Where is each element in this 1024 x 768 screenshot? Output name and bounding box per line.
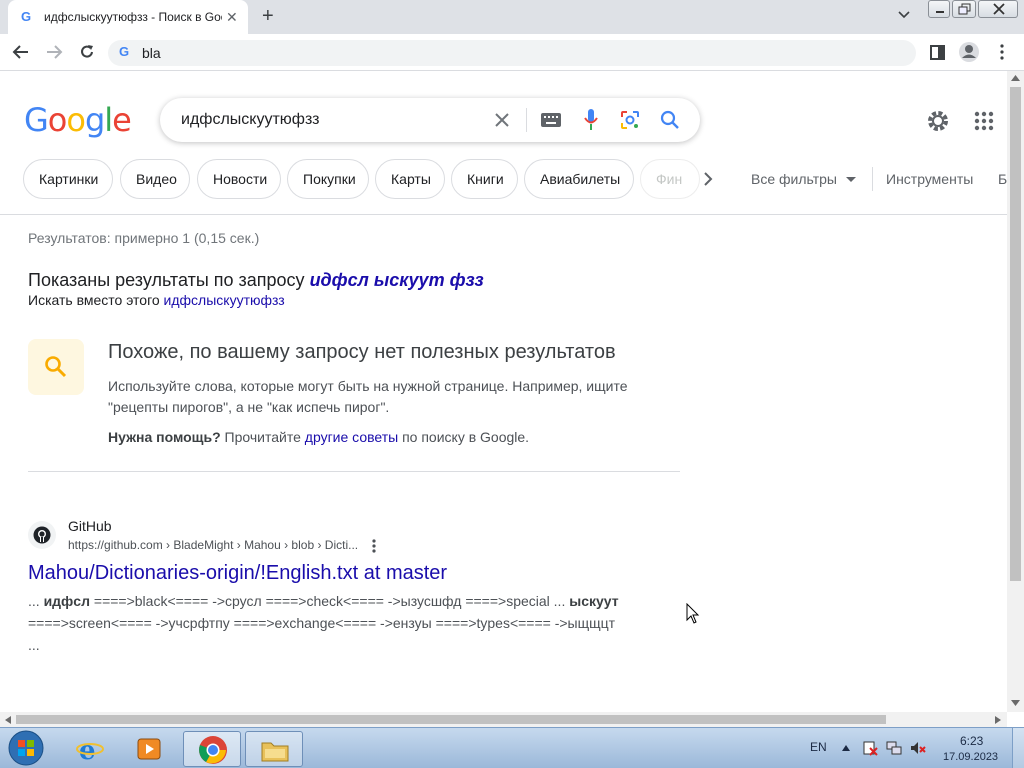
- settings-gear-icon[interactable]: [926, 109, 950, 133]
- restore-button[interactable]: [952, 0, 976, 18]
- google-omnibox-icon: G: [119, 44, 130, 59]
- language-indicator[interactable]: EN: [810, 740, 827, 754]
- header-divider: [0, 214, 1007, 215]
- result-more-icon[interactable]: [372, 539, 376, 553]
- no-results-badge: [28, 339, 84, 395]
- lens-search-icon[interactable]: [620, 110, 640, 130]
- chip-finance[interactable]: Фин: [640, 159, 700, 199]
- close-window-icon: [993, 3, 1005, 15]
- search-divider: [526, 108, 527, 132]
- horizontal-scrollbar[interactable]: [0, 712, 1007, 727]
- mouse-cursor-icon: [686, 603, 700, 624]
- magnifier-icon: [45, 356, 67, 378]
- address-bar[interactable]: G bla: [108, 40, 916, 66]
- back-arrow-icon[interactable]: [12, 44, 30, 60]
- no-results-title: Похоже, по вашему запросу нет полезных р…: [108, 341, 616, 363]
- show-hidden-icons-icon[interactable]: [842, 745, 850, 751]
- result-stats: Результатов: примерно 1 (0,15 сек.): [28, 230, 260, 246]
- chips-scroll-right-icon[interactable]: [703, 172, 713, 186]
- browser-toolbar: G bla: [0, 34, 1024, 71]
- help-line: Нужна помощь? Прочитайте другие советы п…: [108, 429, 530, 445]
- start-button-icon[interactable]: [6, 730, 46, 766]
- clear-search-icon[interactable]: [494, 112, 510, 128]
- result-title-link[interactable]: Mahou/Dictionaries-origin/!English.txt a…: [28, 562, 447, 585]
- page-content: Google идфслыскуутюфзз Картинки Видео Но…: [0, 71, 1007, 712]
- chrome-icon: [199, 736, 227, 764]
- scroll-right-icon[interactable]: [995, 716, 1001, 724]
- reload-icon[interactable]: [78, 43, 96, 61]
- chip-news[interactable]: Новости: [197, 159, 281, 199]
- tools-divider: [872, 167, 873, 191]
- google-logo[interactable]: Google: [24, 101, 132, 139]
- keyboard-icon[interactable]: [541, 113, 561, 127]
- taskbar-explorer[interactable]: [245, 731, 303, 767]
- scroll-down-icon[interactable]: [1011, 700, 1020, 706]
- search-input[interactable]: идфслыскуутюфзз: [181, 111, 319, 129]
- result-site-name: GitHub: [68, 518, 112, 534]
- chip-maps[interactable]: Карты: [375, 159, 445, 199]
- scroll-up-icon[interactable]: [1011, 75, 1020, 81]
- restore-icon: [958, 3, 971, 15]
- horizontal-scroll-thumb[interactable]: [16, 715, 886, 724]
- clock-date[interactable]: 17.09.2023: [943, 751, 998, 763]
- original-query-link[interactable]: идфслыскуутюфзз: [164, 292, 285, 308]
- chip-shopping[interactable]: Покупки: [287, 159, 369, 199]
- svg-text:e: e: [79, 736, 96, 762]
- no-results-text: Используйте слова, которые могут быть на…: [108, 378, 628, 415]
- windows-taskbar: e EN 6:23 17.09.2023: [0, 727, 1024, 768]
- github-favicon: [28, 521, 56, 549]
- show-desktop-button[interactable]: [1012, 728, 1024, 768]
- forward-arrow-icon[interactable]: [45, 44, 63, 60]
- folder-icon: [261, 742, 289, 762]
- vertical-scroll-thumb[interactable]: [1010, 87, 1021, 581]
- side-panel-icon[interactable]: [930, 45, 946, 61]
- safe-search-button[interactable]: Б: [998, 171, 1007, 187]
- clock-time[interactable]: 6:23: [960, 734, 983, 748]
- result-snippet: ... идфсл ====>black<==== ->срусл ====>c…: [28, 593, 619, 653]
- taskbar-media-player[interactable]: [122, 731, 180, 767]
- scroll-left-icon[interactable]: [5, 716, 11, 724]
- browser-menu-icon[interactable]: [999, 44, 1005, 60]
- search-icon[interactable]: [660, 110, 680, 130]
- profile-avatar-icon[interactable]: [958, 41, 980, 63]
- taskbar-ie[interactable]: e: [62, 731, 120, 767]
- filters-dropdown-icon[interactable]: [846, 177, 856, 183]
- volume-muted-icon[interactable]: [910, 740, 926, 756]
- search-instead: Искать вместо этого идфслыскуутюфзз: [28, 292, 285, 308]
- chip-flights[interactable]: Авиабилеты: [524, 159, 634, 199]
- minimize-button[interactable]: [928, 0, 950, 18]
- result-url[interactable]: https://github.com › BladeMight › Mahou …: [68, 538, 358, 552]
- browser-tab[interactable]: G идфслыскуутюфзз - Поиск в Google ✕: [8, 0, 248, 34]
- google-favicon-icon: G: [21, 9, 32, 24]
- google-apps-icon[interactable]: [974, 111, 994, 131]
- all-filters-button[interactable]: Все фильтры: [751, 171, 837, 187]
- close-window-button[interactable]: [978, 0, 1018, 18]
- address-text[interactable]: bla: [142, 45, 161, 61]
- internet-explorer-icon: e: [76, 736, 104, 762]
- network-icon[interactable]: [886, 740, 902, 756]
- new-tab-button[interactable]: +: [262, 5, 274, 28]
- media-player-icon: [137, 738, 161, 760]
- chip-video[interactable]: Видео: [120, 159, 190, 199]
- other-tips-link[interactable]: другие советы: [305, 429, 398, 445]
- search-box[interactable]: идфслыскуутюфзз: [160, 98, 700, 142]
- tab-title: идфслыскуутюфзз - Поиск в Google: [44, 10, 222, 24]
- tools-button[interactable]: Инструменты: [886, 171, 973, 187]
- chip-images[interactable]: Картинки: [23, 159, 113, 199]
- corrected-query-link[interactable]: идфсл ыскуут фзз: [310, 270, 484, 290]
- action-center-icon[interactable]: [862, 740, 878, 756]
- taskbar-chrome[interactable]: [183, 731, 241, 767]
- github-icon: [33, 526, 51, 544]
- minimize-icon: [936, 11, 944, 13]
- close-tab-icon[interactable]: ✕: [226, 9, 238, 26]
- chip-books[interactable]: Книги: [451, 159, 518, 199]
- results-separator: [28, 471, 680, 472]
- spelling-correction: Показаны результаты по запросу идфсл ыск…: [28, 270, 484, 290]
- browser-titlebar: G идфслыскуутюфзз - Поиск в Google ✕ +: [0, 0, 1024, 34]
- vertical-scrollbar[interactable]: [1007, 71, 1024, 712]
- tab-search-chevron-icon[interactable]: [898, 11, 910, 19]
- voice-search-icon[interactable]: [584, 109, 598, 131]
